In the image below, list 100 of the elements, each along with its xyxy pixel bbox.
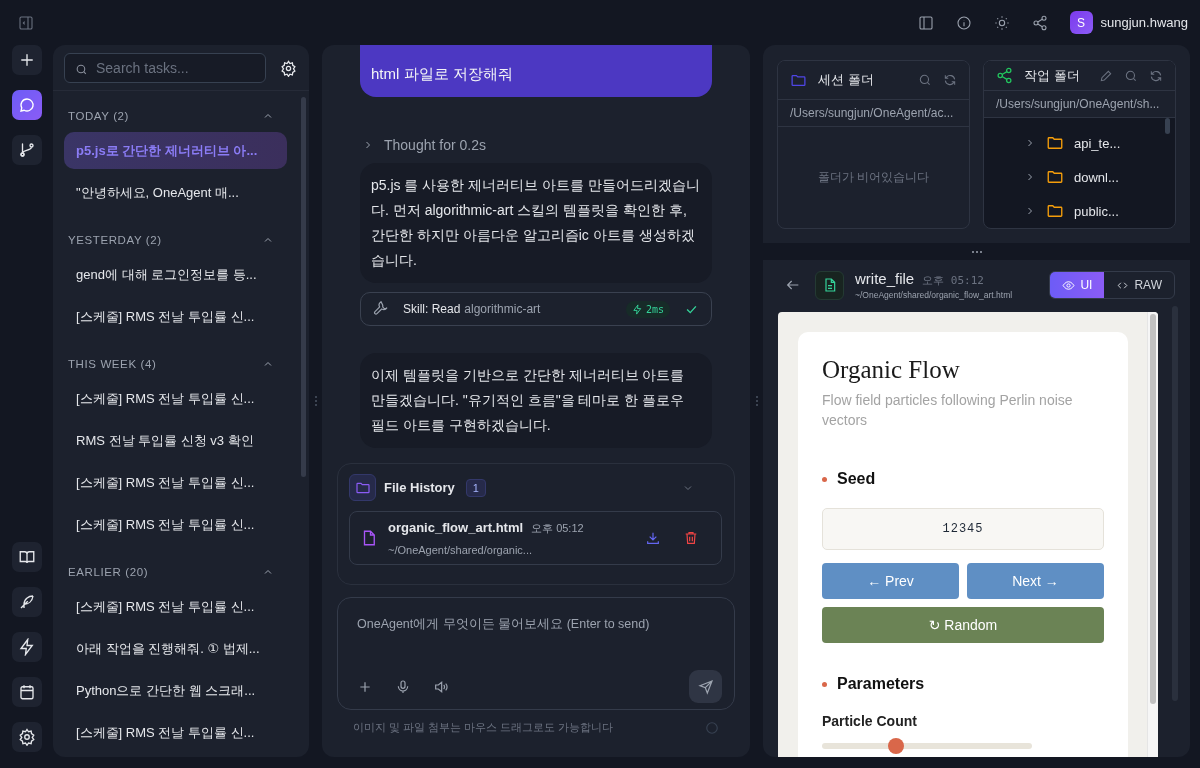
feather-button[interactable] bbox=[11, 587, 42, 617]
assistant-message: 이제 템플릿을 기반으로 간단한 제너러티브 아트를 만들겠습니다. "유기적인 흐름"을 테마로 한 플로우 필드 아트를 구현하겠습니다. bbox=[360, 353, 712, 448]
group-title: THIS WEEK (4) bbox=[68, 358, 157, 370]
search-icon[interactable] bbox=[918, 73, 932, 87]
send-icon bbox=[697, 678, 714, 695]
bullet-dot bbox=[822, 681, 827, 687]
panel-icon[interactable] bbox=[917, 14, 934, 31]
tool-call-row[interactable]: Skill: Read algorithmic-art 2ms bbox=[360, 292, 712, 326]
file-row[interactable]: organic_flow_art.html 오후 05:12 ~/OneAgent/shared/organic... bbox=[349, 511, 722, 565]
slider-thumb[interactable] bbox=[887, 738, 904, 754]
calendar-button[interactable] bbox=[11, 677, 42, 707]
book-icon bbox=[17, 548, 36, 566]
message-input[interactable]: OneAgent에게 무엇이든 물어보세요 (Enter to send) bbox=[357, 610, 722, 670]
duration-text: 2ms bbox=[645, 303, 664, 315]
branch-button[interactable] bbox=[11, 135, 42, 165]
lightning-icon bbox=[17, 638, 36, 656]
assistant-message: p5.js 를 사용한 제너러티브 아트를 만들어드리겠습니다. 먼저 algorithmic-art 스킬의 템플릿을 확인한 후, 간단한 하지만 아름다운 알고리즘ic 아트를 생성하겠습니다. bbox=[360, 163, 712, 283]
folder-item[interactable]: public... bbox=[1024, 194, 1175, 228]
settings-icon[interactable] bbox=[280, 59, 297, 77]
file-name: organic_flow_art.html bbox=[388, 520, 524, 535]
chat-bubble-icon bbox=[17, 96, 36, 114]
lightning-button[interactable] bbox=[11, 632, 42, 662]
settings-icon bbox=[17, 728, 36, 746]
refresh-icon[interactable] bbox=[1149, 68, 1163, 83]
view-mode-tab[interactable]: UI bbox=[1050, 272, 1105, 298]
folder-icon bbox=[1046, 202, 1064, 220]
calendar-icon bbox=[17, 683, 36, 701]
task-item[interactable]: [스케줄] RMS 전날 투입률 신... bbox=[64, 714, 287, 751]
refresh-icon[interactable] bbox=[943, 73, 957, 87]
folder-icon bbox=[349, 474, 376, 501]
new-button[interactable] bbox=[11, 45, 42, 75]
section-heading: Seed bbox=[837, 470, 876, 488]
trash-icon[interactable] bbox=[683, 530, 699, 546]
eye-icon bbox=[1062, 278, 1076, 292]
task-item[interactable]: Python으로 간단한 웹 스크래... bbox=[64, 672, 287, 709]
parameter-label: Particle Count bbox=[822, 713, 918, 729]
resize-handle[interactable] bbox=[314, 396, 317, 406]
info-icon[interactable] bbox=[955, 14, 972, 31]
document-icon bbox=[815, 270, 844, 300]
tool-target: algorithmic-art bbox=[464, 302, 542, 316]
file-path: ~/OneAgent/shared/organic_flow_art.html bbox=[855, 290, 1014, 300]
chat-button[interactable] bbox=[11, 90, 42, 120]
share-icon bbox=[996, 67, 1013, 84]
file-path: ~/OneAgent/shared/organic... bbox=[388, 544, 533, 556]
tool-time: 오후 05:12 bbox=[922, 273, 984, 288]
group-title: YESTERDAY (2) bbox=[68, 234, 162, 246]
lightning-icon bbox=[631, 303, 643, 315]
scrollbar[interactable] bbox=[301, 97, 306, 477]
search-icon bbox=[75, 63, 88, 76]
empty-message: 폴더가 비어있습니다 bbox=[817, 169, 930, 186]
sidebar-toggle-icon[interactable] bbox=[18, 14, 34, 31]
scrollbar[interactable] bbox=[1150, 314, 1156, 704]
folder-item[interactable]: downl... bbox=[1024, 160, 1175, 194]
tool-title: write_file bbox=[855, 270, 915, 287]
task-item[interactable]: 아래 작업을 진행해줘. ① 법제... bbox=[64, 630, 287, 667]
tool-name: Skill: Read bbox=[403, 302, 461, 316]
thought-label[interactable]: Thought for 0.2s bbox=[384, 137, 486, 153]
resize-handle[interactable] bbox=[971, 250, 982, 253]
task-item[interactable]: [스케줄] RMS 전날 투입률 신... bbox=[64, 464, 287, 501]
task-item[interactable]: [스케줄] RMS 전날 투입률 신... bbox=[64, 380, 287, 417]
folder-title: 작업 폴더 bbox=[1024, 66, 1081, 85]
send-button[interactable] bbox=[689, 670, 722, 703]
message-field[interactable]: OneAgent에게 무엇이든 물어보세요 (Enter to send) bbox=[337, 597, 735, 710]
spinner-icon bbox=[705, 720, 719, 735]
scrollbar[interactable] bbox=[1165, 118, 1170, 134]
resize-handle[interactable] bbox=[755, 396, 758, 406]
view-mode-tab[interactable]: RAW bbox=[1104, 272, 1174, 298]
settings-button[interactable] bbox=[11, 722, 42, 752]
hint-text: 이미지 및 파일 첨부는 마우스 드래그로도 가능합니다 bbox=[353, 720, 614, 735]
wrench-icon bbox=[373, 301, 389, 317]
seed-field[interactable]: 12345 bbox=[822, 508, 1104, 550]
folder-icon bbox=[1046, 134, 1064, 152]
task-item[interactable]: [스케줄] RMS 전날 투입률 신... bbox=[64, 298, 287, 335]
search-icon[interactable] bbox=[1124, 68, 1138, 83]
task-item[interactable]: RMS 전날 투입률 신청 v3 확인 bbox=[64, 422, 287, 459]
bullet-dot bbox=[822, 476, 827, 482]
random-button[interactable]: ↻ Random bbox=[822, 607, 1104, 643]
download-icon[interactable] bbox=[645, 530, 661, 546]
folder-item[interactable]: api_te... bbox=[1024, 126, 1175, 160]
folder-title: 세션 폴더 bbox=[818, 71, 875, 89]
book-button[interactable] bbox=[11, 542, 42, 572]
sun-icon[interactable] bbox=[993, 14, 1010, 31]
share-icon[interactable] bbox=[1031, 14, 1048, 31]
task-item[interactable]: p5.js로 간단한 제너러티브 아... bbox=[64, 132, 287, 169]
task-item[interactable]: "안녕하세요, OneAgent 매... bbox=[64, 174, 287, 211]
folder-icon bbox=[1046, 168, 1064, 186]
group-title: TODAY (2) bbox=[68, 110, 129, 122]
task-item[interactable]: [스케줄] RMS 전날 투입률 신... bbox=[64, 506, 287, 543]
preview-subtitle: Flow field particles following Perlin noise vectors bbox=[822, 391, 1074, 430]
pencil-icon[interactable] bbox=[1099, 68, 1113, 83]
section-heading: Parameters bbox=[837, 675, 925, 693]
branch-icon bbox=[17, 141, 36, 159]
file-time: 오후 05:12 bbox=[531, 521, 584, 536]
group-title: EARLIER (20) bbox=[68, 566, 149, 578]
preview-title: Organic Flow bbox=[822, 356, 961, 384]
task-item[interactable]: gend에 대해 로그인정보를 등... bbox=[64, 256, 287, 293]
search-field[interactable]: Search tasks... bbox=[64, 53, 266, 83]
microphone-icon[interactable] bbox=[395, 678, 411, 695]
user-avatar[interactable]: S bbox=[1069, 11, 1093, 34]
task-item[interactable]: [스케줄] RMS 전날 투입률 신... bbox=[64, 588, 287, 625]
